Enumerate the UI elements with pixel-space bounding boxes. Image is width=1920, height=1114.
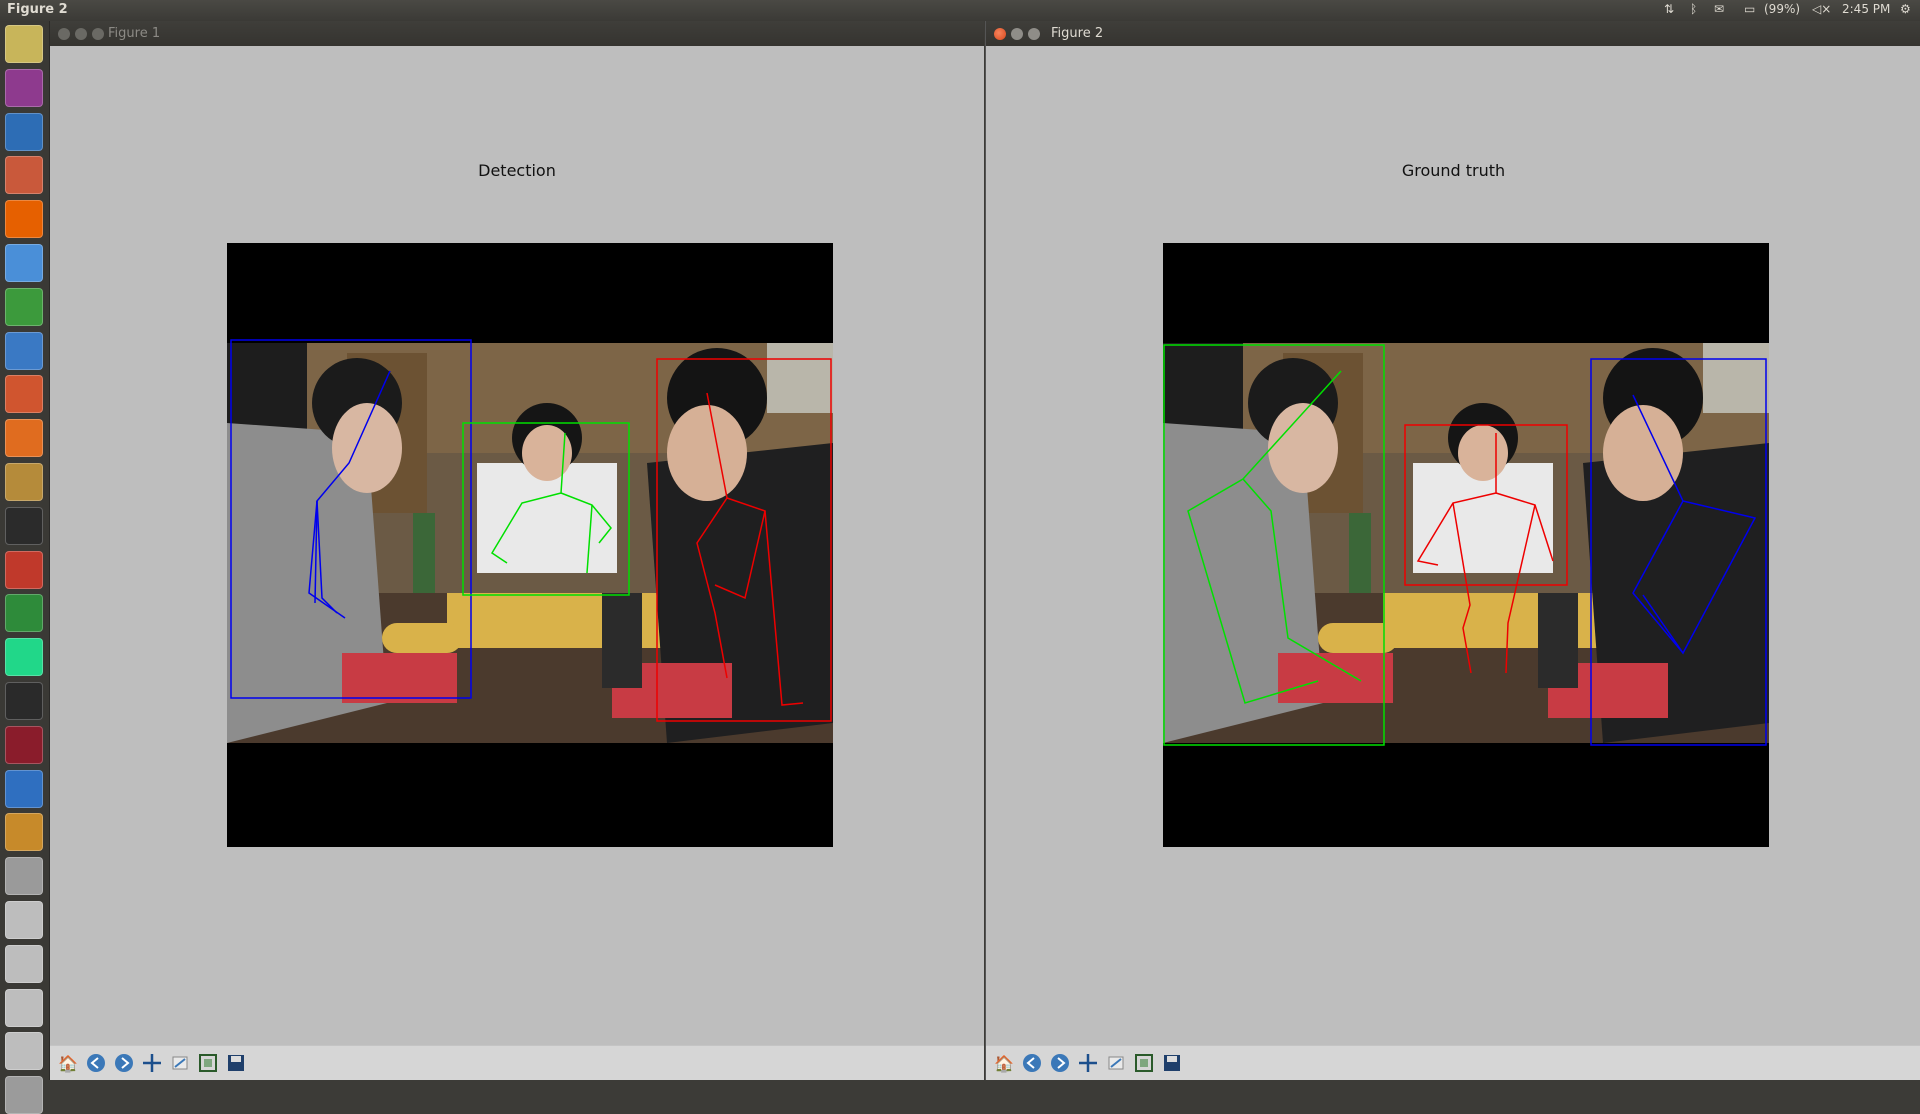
forward-arrow-icon[interactable]: [112, 1051, 136, 1075]
window-titlebar[interactable]: Figure 1: [50, 21, 984, 46]
zoom-icon[interactable]: [168, 1051, 192, 1075]
window-title: Figure 2: [1051, 26, 1104, 41]
minimize-window-button[interactable]: [75, 28, 87, 40]
battery-icon[interactable]: ▭: [1744, 2, 1755, 16]
red-person-detection: [656, 358, 832, 722]
plot-title: Detection: [478, 161, 556, 180]
close-window-button[interactable]: [58, 28, 70, 40]
save-figure-icon[interactable]: [224, 1051, 248, 1075]
launcher: [0, 21, 50, 1114]
volume-muted-icon[interactable]: ◁×: [1812, 2, 1831, 16]
archive-icon[interactable]: [5, 463, 43, 501]
green-person-detection: [462, 422, 630, 596]
image-axes[interactable]: [1163, 243, 1769, 847]
bluetooth-icon[interactable]: [5, 769, 43, 808]
writer-icon[interactable]: [5, 331, 43, 370]
bluetooth-indicator-icon[interactable]: ᛒ: [1690, 2, 1697, 16]
help-icon[interactable]: [5, 857, 43, 896]
home-icon[interactable]: 🏠: [992, 1051, 1016, 1075]
firefox-icon[interactable]: [5, 200, 43, 239]
image-axes[interactable]: [227, 243, 833, 847]
configure-subplots-icon[interactable]: [1132, 1051, 1156, 1075]
pycharm-icon[interactable]: [5, 638, 43, 677]
chromium-icon[interactable]: [5, 244, 43, 282]
window-title: Figure 1: [108, 26, 161, 41]
figure-1-window[interactable]: Figure 1 Detection 🏠: [50, 21, 984, 1080]
trash-icon[interactable]: [5, 1076, 43, 1114]
ruler-app-icon[interactable]: [5, 112, 43, 151]
red-person-ground-truth: [1404, 424, 1568, 674]
maximize-window-button[interactable]: [1028, 28, 1040, 40]
matlab-icon[interactable]: [5, 550, 43, 589]
file-manager-icon[interactable]: [5, 156, 43, 195]
blue-person-detection: [230, 339, 472, 699]
zoom-icon[interactable]: [1104, 1051, 1128, 1075]
system-monitor-icon[interactable]: [5, 682, 43, 720]
terminal-icon[interactable]: [5, 506, 43, 545]
drive-icon-4[interactable]: [5, 1032, 43, 1071]
top-panel: Figure 2 ⇅ ᛒ ✉ ▭ (99%) ◁× 2:45 PM ⚙: [0, 0, 1920, 21]
software-center-icon[interactable]: [5, 419, 43, 458]
pan-icon[interactable]: [140, 1051, 164, 1075]
drive-icon-1[interactable]: [5, 901, 43, 939]
mail-icon[interactable]: ✉: [1714, 2, 1724, 16]
plot-title: Ground truth: [1401, 161, 1506, 180]
drive-icon-2[interactable]: [5, 944, 43, 983]
home-icon[interactable]: 🏠: [56, 1051, 80, 1075]
forward-arrow-icon[interactable]: [1048, 1051, 1072, 1075]
figure-2-window[interactable]: Figure 2 Ground truth 🏠: [985, 21, 1920, 1080]
pan-icon[interactable]: [1076, 1051, 1100, 1075]
matplotlib-toolbar: 🏠: [986, 1045, 1920, 1080]
battery-percent[interactable]: (99%): [1764, 2, 1800, 16]
save-figure-icon[interactable]: [1160, 1051, 1184, 1075]
network-arrows-icon[interactable]: ⇅: [1664, 2, 1674, 16]
impress-icon[interactable]: [5, 375, 43, 414]
close-window-button[interactable]: [994, 28, 1006, 40]
video-app-icon[interactable]: [5, 68, 43, 107]
matplotlib-toolbar: 🏠: [50, 1045, 984, 1080]
back-arrow-icon[interactable]: [84, 1051, 108, 1075]
oscilloscope-icon[interactable]: [5, 813, 43, 852]
back-arrow-icon[interactable]: [1020, 1051, 1044, 1075]
settings-gear-icon[interactable]: ⚙: [1900, 2, 1911, 16]
green-person-ground-truth: [1163, 344, 1385, 746]
minimize-window-button[interactable]: [1011, 28, 1023, 40]
globe-app-icon[interactable]: [5, 594, 43, 633]
spreadsheet-icon[interactable]: [5, 287, 43, 326]
window-titlebar[interactable]: Figure 2: [986, 21, 1920, 46]
ground-truth-overlay: [1163, 344, 1767, 746]
blue-person-ground-truth: [1590, 358, 1767, 746]
clock[interactable]: 2:45 PM: [1842, 2, 1890, 16]
active-window-title: Figure 2: [7, 2, 68, 17]
maximize-window-button[interactable]: [92, 28, 104, 40]
configure-subplots-icon[interactable]: [196, 1051, 220, 1075]
drive-icon-3[interactable]: [5, 988, 43, 1027]
dash-home-icon[interactable]: [5, 25, 43, 63]
red-app-icon[interactable]: [5, 725, 43, 764]
detection-overlay: [230, 339, 832, 722]
